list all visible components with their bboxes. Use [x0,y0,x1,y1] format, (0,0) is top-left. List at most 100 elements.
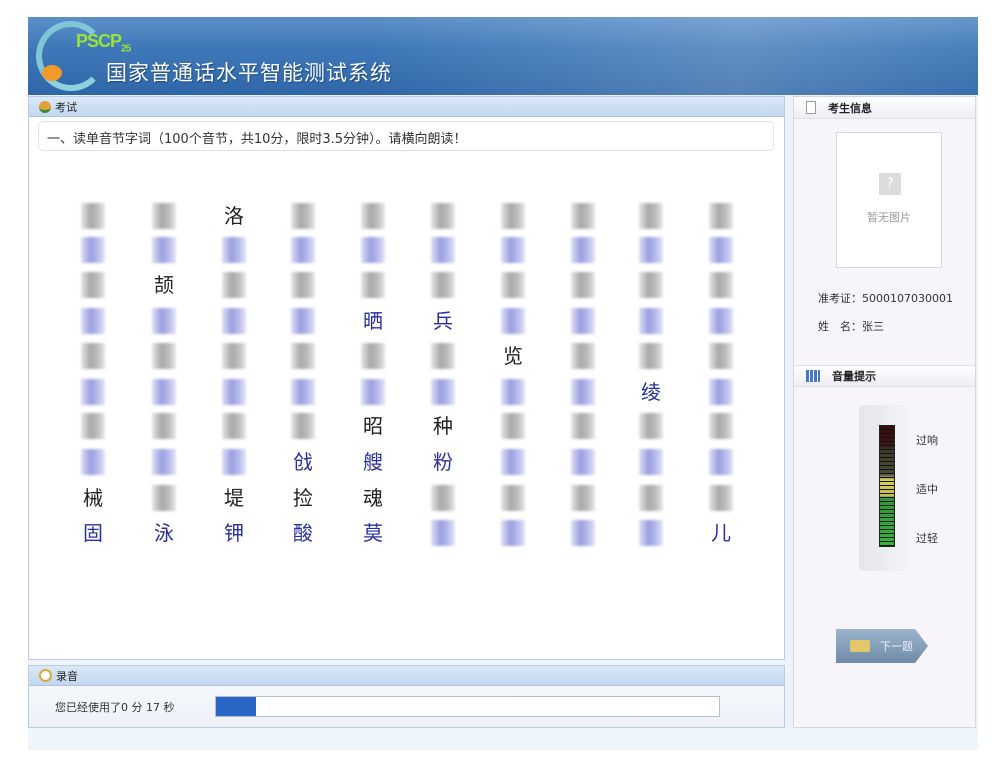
masked-character-cell [152,413,176,439]
elapsed-minutes: 0 [121,701,128,714]
masked-character-cell [81,237,105,263]
masked-character-cell [571,413,595,439]
masked-character-cell [639,237,663,263]
character-cell: 绫 [641,380,661,404]
masked-character-cell [291,379,315,405]
next-question-button[interactable]: 下一题 [836,629,928,663]
elapsed-seconds: 17 [146,701,160,714]
volume-high-label: 过响 [916,434,938,447]
masked-character-cell [222,343,246,369]
masked-character-cell [709,308,733,334]
candidate-section-header: 考生信息 [794,97,975,119]
volume-mid-label: 适中 [916,483,938,496]
recording-progress-bar [215,696,720,717]
masked-character-cell [571,343,595,369]
character-cell: 械 [83,486,103,510]
volume-low-label: 过轻 [916,532,938,545]
masked-character-cell [222,413,246,439]
masked-character-cell [81,449,105,475]
volume-meter-box [859,405,909,571]
masked-character-cell [152,237,176,263]
next-button-label: 下一题 [880,640,913,653]
masked-character-cell [152,343,176,369]
masked-character-cell [291,237,315,263]
masked-character-cell [222,379,246,405]
masked-character-cell [571,308,595,334]
no-photo-caption: 暂无图片 [867,211,911,224]
character-cell: 堤 [224,486,244,510]
masked-character-cell [431,343,455,369]
masked-character-cell [431,379,455,405]
character-cell: 粉 [433,450,453,474]
elapsed-prefix: 您已经使用了 [55,701,121,714]
logo-text: PSCP25 [76,31,131,55]
missing-image-icon: ? [879,173,901,195]
masked-character-cell [571,203,595,229]
masked-character-cell [709,272,733,298]
character-cell: 兵 [433,309,453,333]
character-cell: 钾 [224,521,244,545]
character-cell: 戗 [293,450,313,474]
candidate-name: 姓 名：张三 [818,318,884,334]
masked-character-cell [152,308,176,334]
masked-character-cell [291,308,315,334]
masked-character-cell [571,449,595,475]
recording-panel: 录音 您已经使用了0 分 17 秒 [28,665,785,728]
masked-character-cell [501,379,525,405]
masked-character-cell [571,379,595,405]
masked-character-cell [152,379,176,405]
masked-character-cell [81,272,105,298]
masked-character-cell [639,413,663,439]
character-cell: 魂 [363,486,383,510]
masked-character-cell [152,449,176,475]
recording-section-label: 录音 [56,669,78,683]
footer-strip [28,730,978,750]
masked-character-cell [501,308,525,334]
volume-section-label: 音量提示 [832,370,876,383]
masked-character-cell [501,520,525,546]
masked-character-cell [501,272,525,298]
document-icon [806,101,816,114]
name-label: 姓 名： [818,320,862,333]
character-cell: 固 [83,521,103,545]
volume-section-header: 音量提示 [794,365,975,387]
masked-character-cell [501,485,525,511]
app-window: PSCP25 国家普通话水平智能测试系统 考试 一、读单音节字词（100个音节，… [28,17,978,750]
character-cell: 览 [503,344,523,368]
masked-character-cell [571,272,595,298]
masked-character-cell [501,449,525,475]
masked-character-cell [431,237,455,263]
progress-fill [216,697,257,716]
logo-version: 25 [121,43,131,55]
masked-character-cell [431,520,455,546]
minute-unit: 分 [131,701,143,714]
masked-character-cell [361,343,385,369]
masked-character-cell [639,343,663,369]
masked-character-cell [709,449,733,475]
masked-character-cell [291,203,315,229]
elapsed-time: 您已经使用了0 分 17 秒 [55,699,175,715]
masked-character-cell [709,343,733,369]
masked-character-cell [709,379,733,405]
volume-meter [879,425,895,547]
masked-character-cell [571,520,595,546]
folder-icon [850,640,870,652]
masked-character-cell [361,203,385,229]
side-panel: 考生信息 ? 暂无图片 准考证：5000107030001 姓 名：张三 音量提… [793,96,976,728]
masked-character-cell [709,203,733,229]
masked-character-cell [222,308,246,334]
candidate-id: 准考证：5000107030001 [818,290,953,306]
character-cell: 泳 [154,521,174,545]
masked-character-cell [639,485,663,511]
masked-character-cell [361,379,385,405]
masked-character-cell [709,485,733,511]
masked-character-cell [639,272,663,298]
recording-section-header: 录音 [29,666,784,686]
character-cell: 晒 [363,309,383,333]
character-cell: 艘 [363,450,383,474]
masked-character-cell [291,343,315,369]
character-cell: 莫 [363,521,383,545]
masked-character-cell [571,237,595,263]
name-value: 张三 [862,320,884,333]
masked-character-cell [501,237,525,263]
